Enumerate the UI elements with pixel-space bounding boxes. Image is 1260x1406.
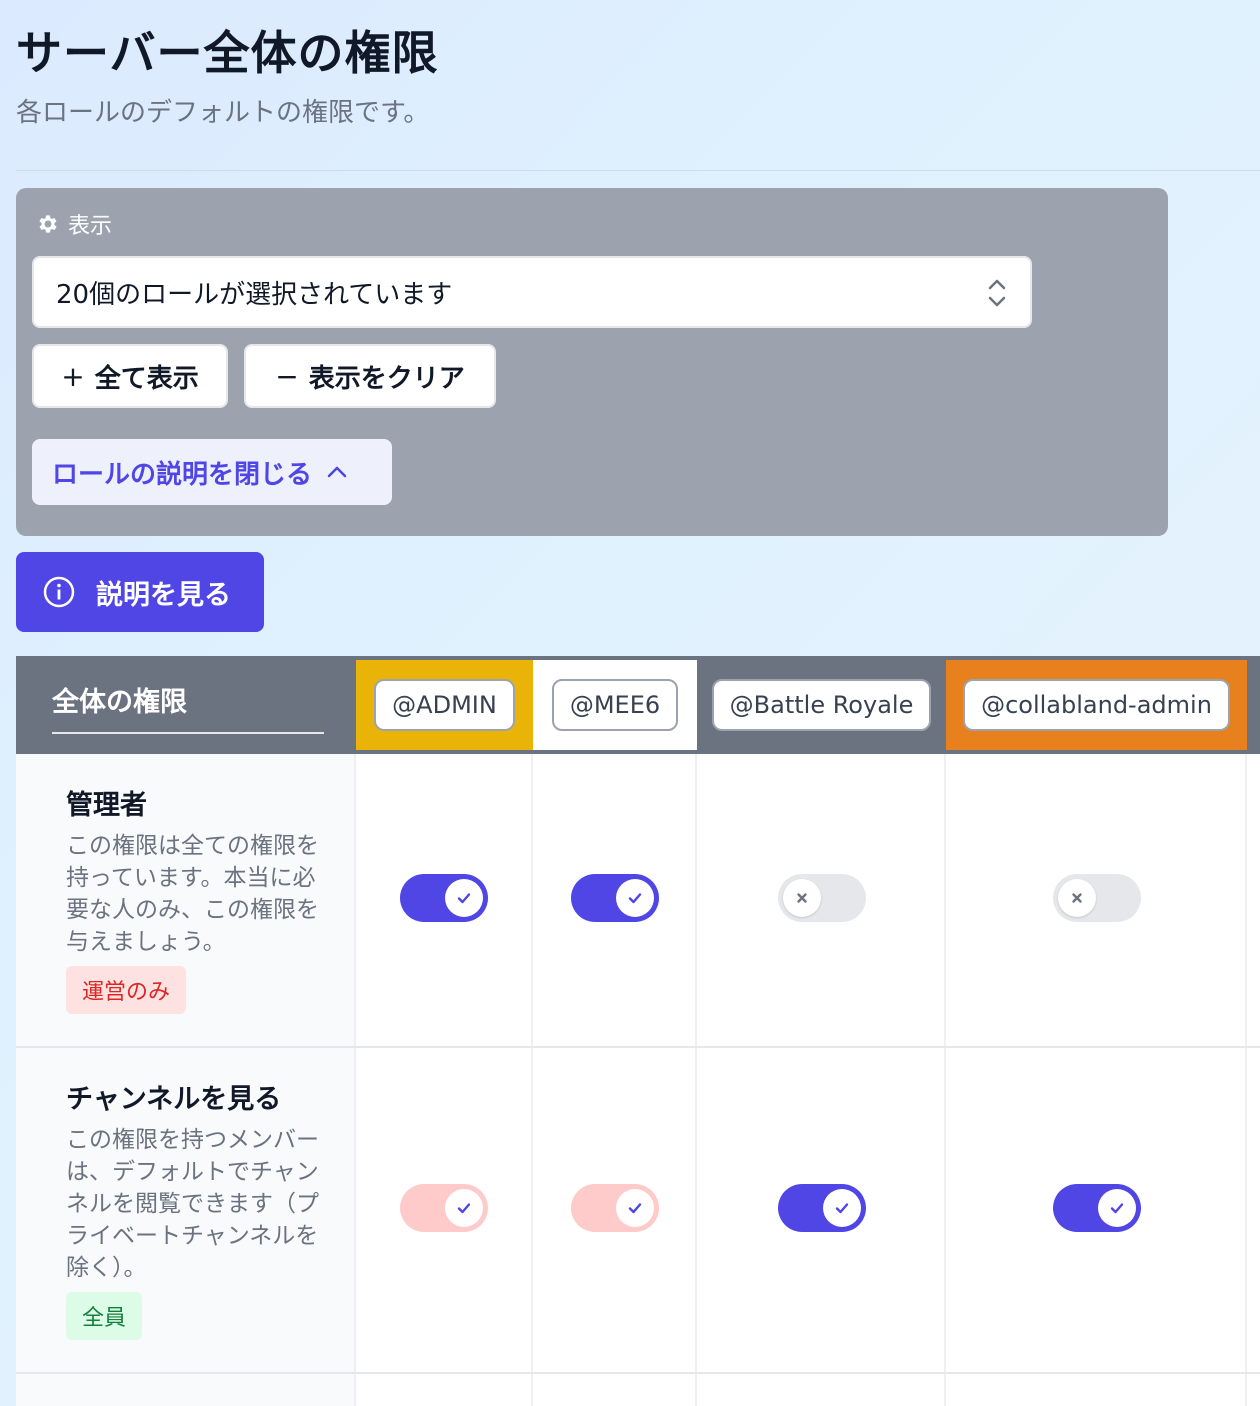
permission-description: この権限は全ての権限を持っています。本当に必要な人のみ、この権限を与えましょう。 <box>66 833 319 955</box>
view-explanation-label: 説明を見る <box>96 579 231 611</box>
check-icon <box>457 1203 471 1214</box>
check-icon <box>1110 1203 1124 1214</box>
chevron-up-down-icon <box>988 279 1006 307</box>
plus-icon: + <box>61 359 85 393</box>
show-all-label: 全て表示 <box>94 363 199 394</box>
check-icon <box>835 1203 849 1214</box>
gear-icon <box>39 215 57 233</box>
role-pill[interactable]: @MEE6 <box>551 679 679 731</box>
permission-toggle[interactable] <box>400 874 488 922</box>
permission-info <box>16 1374 356 1406</box>
permission-toggle[interactable] <box>400 1184 488 1232</box>
permission-toggle[interactable] <box>571 1184 659 1232</box>
table-row: 管理者 この権限は全ての権限を持っています。本当に必要な人のみ、この権限を与えま… <box>16 754 1260 1048</box>
header-divider <box>16 170 1260 171</box>
table-header: 全体の権限 @ADMIN @MEE6 @Battle Royale @colla… <box>16 656 1260 754</box>
permission-name: チャンネルを見る <box>66 1084 282 1115</box>
collapse-role-description-button[interactable]: ロールの説明を閉じる <box>32 439 392 505</box>
toggle-knob <box>445 1189 483 1227</box>
permission-toggle[interactable] <box>1053 874 1141 922</box>
role-column-mee6: @MEE6 <box>533 660 697 750</box>
display-label: 表示 <box>36 208 112 240</box>
display-panel: 表示 20個のロールが選択されています + 全て表示 − 表示をクリア ロールの… <box>16 188 1168 536</box>
show-all-button[interactable]: + 全て表示 <box>32 344 228 408</box>
permission-toggle[interactable] <box>1053 1184 1141 1232</box>
toggle-knob <box>616 1189 654 1227</box>
permission-cell <box>946 1048 1247 1372</box>
permission-cell <box>533 1048 697 1372</box>
audience-badge: 全員 <box>66 1292 143 1340</box>
role-select[interactable]: 20個のロールが選択されています <box>32 256 1032 328</box>
table-header-title: 全体の権限 <box>52 680 324 734</box>
toggle-knob <box>1098 1189 1136 1227</box>
role-pill[interactable]: @collabland-admin <box>963 679 1230 731</box>
audience-badge: 運営のみ <box>66 966 187 1014</box>
x-icon <box>797 893 807 903</box>
toggle-knob <box>445 879 483 917</box>
role-pill[interactable]: @ADMIN <box>374 679 515 731</box>
permission-cell <box>356 1374 533 1406</box>
clear-display-button[interactable]: − 表示をクリア <box>244 344 496 408</box>
permission-toggle[interactable] <box>571 874 659 922</box>
permission-cell <box>946 754 1247 1046</box>
permission-name: 管理者 <box>66 790 147 821</box>
minus-icon: − <box>275 359 299 393</box>
view-explanation-button[interactable]: 説明を見る <box>16 552 264 632</box>
permission-cell <box>697 1048 946 1372</box>
check-icon <box>457 893 471 904</box>
permission-cell <box>356 1048 533 1372</box>
page-subtitle: 各ロールのデフォルトの権限です。 <box>16 98 430 128</box>
page-header: サーバー全体の権限 各ロールのデフォルトの権限です。 <box>16 22 439 130</box>
permission-cell <box>697 1374 946 1406</box>
permission-cell <box>533 1374 697 1406</box>
permission-cell <box>946 1374 1247 1406</box>
role-column-collabland-admin: @collabland-admin <box>946 660 1247 750</box>
toggle-knob <box>1058 879 1096 917</box>
collapse-label: ロールの説明を閉じる <box>52 459 313 490</box>
display-label-text: 表示 <box>68 214 113 239</box>
page-title: サーバー全体の権限 <box>16 26 439 80</box>
info-icon <box>43 576 75 608</box>
permission-description: この権限を持つメンバーは、デフォルトでチャンネルを閲覧できます（プライベートチャ… <box>66 1127 319 1281</box>
table-row: チャンネルを見る この権限を持つメンバーは、デフォルトでチャンネルを閲覧できます… <box>16 1048 1260 1374</box>
permission-table: 全体の権限 @ADMIN @MEE6 @Battle Royale @colla… <box>16 656 1260 1406</box>
table-row <box>16 1374 1260 1406</box>
permission-toggle[interactable] <box>778 1184 866 1232</box>
role-column-admin: @ADMIN <box>356 660 533 750</box>
role-column-battle-royale: @Battle Royale <box>697 660 946 750</box>
permission-cell <box>533 754 697 1046</box>
chevron-up-icon <box>327 466 347 478</box>
permission-info: 管理者 この権限は全ての権限を持っています。本当に必要な人のみ、この権限を与えま… <box>16 754 356 1046</box>
permission-info: チャンネルを見る この権限を持つメンバーは、デフォルトでチャンネルを閲覧できます… <box>16 1048 356 1372</box>
role-select-value: 20個のロールが選択されています <box>56 279 453 310</box>
x-icon <box>1072 893 1082 903</box>
check-icon <box>628 1203 642 1214</box>
permission-cell <box>697 754 946 1046</box>
check-icon <box>628 893 642 904</box>
toggle-knob <box>616 879 654 917</box>
clear-display-label: 表示をクリア <box>308 363 465 394</box>
toggle-knob <box>823 1189 861 1227</box>
permission-toggle[interactable] <box>778 874 866 922</box>
permission-cell <box>356 754 533 1046</box>
role-pill[interactable]: @Battle Royale <box>711 679 932 731</box>
toggle-knob <box>783 879 821 917</box>
